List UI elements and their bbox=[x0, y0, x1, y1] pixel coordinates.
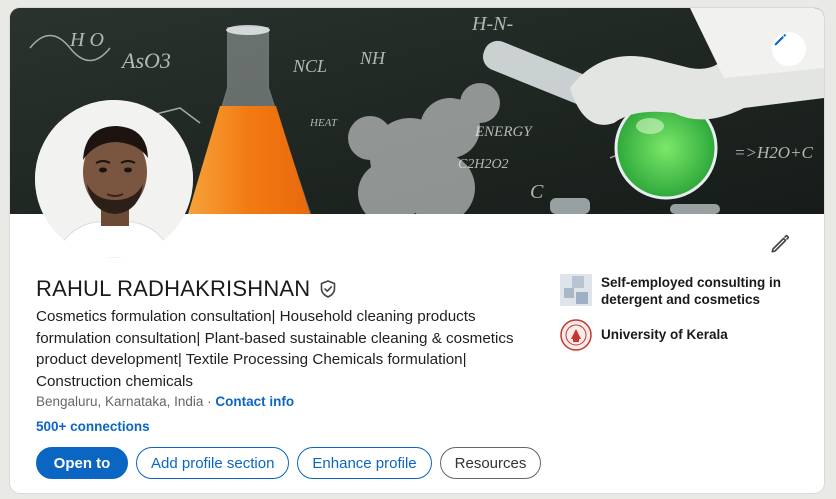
enhance-profile-button[interactable]: Enhance profile bbox=[297, 447, 432, 479]
university-seal-icon bbox=[560, 319, 592, 351]
education-text: University of Kerala bbox=[601, 327, 728, 342]
banner-formula-4: NH bbox=[359, 48, 386, 68]
education-item[interactable]: University of Kerala bbox=[560, 319, 786, 351]
location-row: Bengaluru, Karnataka, India · Contact in… bbox=[36, 394, 294, 409]
add-profile-section-button[interactable]: Add profile section bbox=[136, 447, 290, 479]
connections-link[interactable]: 500+ connections bbox=[36, 419, 150, 434]
location-separator: · bbox=[203, 394, 216, 409]
banner-formula-3: NCL bbox=[292, 56, 327, 76]
profile-actions: Open to Add profile section Enhance prof… bbox=[36, 447, 542, 479]
avatar-photo bbox=[35, 100, 193, 258]
banner-formula-1: H O bbox=[69, 29, 104, 51]
profile-headline: Cosmetics formulation consultation| Hous… bbox=[36, 308, 514, 390]
experience-item[interactable]: Self-employed consulting in detergent an… bbox=[560, 274, 786, 308]
banner-formula-0: H-N- bbox=[471, 13, 513, 35]
pencil-icon bbox=[771, 234, 790, 253]
profile-name: RAHUL RADHAKRISHNAN bbox=[36, 276, 311, 301]
experience-text: Self-employed consulting in detergent an… bbox=[601, 275, 782, 307]
banner-formula-9: C bbox=[530, 181, 544, 203]
profile-card: H O AsO3 NCL NH H-N- ENERGY C2H2O2 =>H2O… bbox=[10, 8, 824, 493]
shield-check-icon[interactable] bbox=[318, 279, 338, 299]
edit-banner-button[interactable] bbox=[772, 32, 806, 66]
pencil-icon bbox=[774, 34, 786, 46]
edit-profile-button[interactable] bbox=[768, 232, 792, 256]
contact-info-link[interactable]: Contact info bbox=[215, 394, 294, 409]
resources-button[interactable]: Resources bbox=[439, 447, 542, 479]
open-to-button[interactable]: Open to bbox=[36, 447, 128, 479]
avatar[interactable] bbox=[35, 100, 193, 258]
company-logo-icon bbox=[560, 274, 592, 306]
banner-formula-2: AsO3 bbox=[120, 48, 171, 73]
location-text: Bengaluru, Karnataka, India bbox=[36, 394, 204, 409]
banner-formula-5: ENERGY bbox=[474, 124, 533, 140]
banner-formula-8: HEAT bbox=[309, 117, 338, 129]
banner-formula-7: =>H2O+C bbox=[734, 143, 813, 162]
name-row: RAHUL RADHAKRISHNAN bbox=[36, 276, 338, 302]
